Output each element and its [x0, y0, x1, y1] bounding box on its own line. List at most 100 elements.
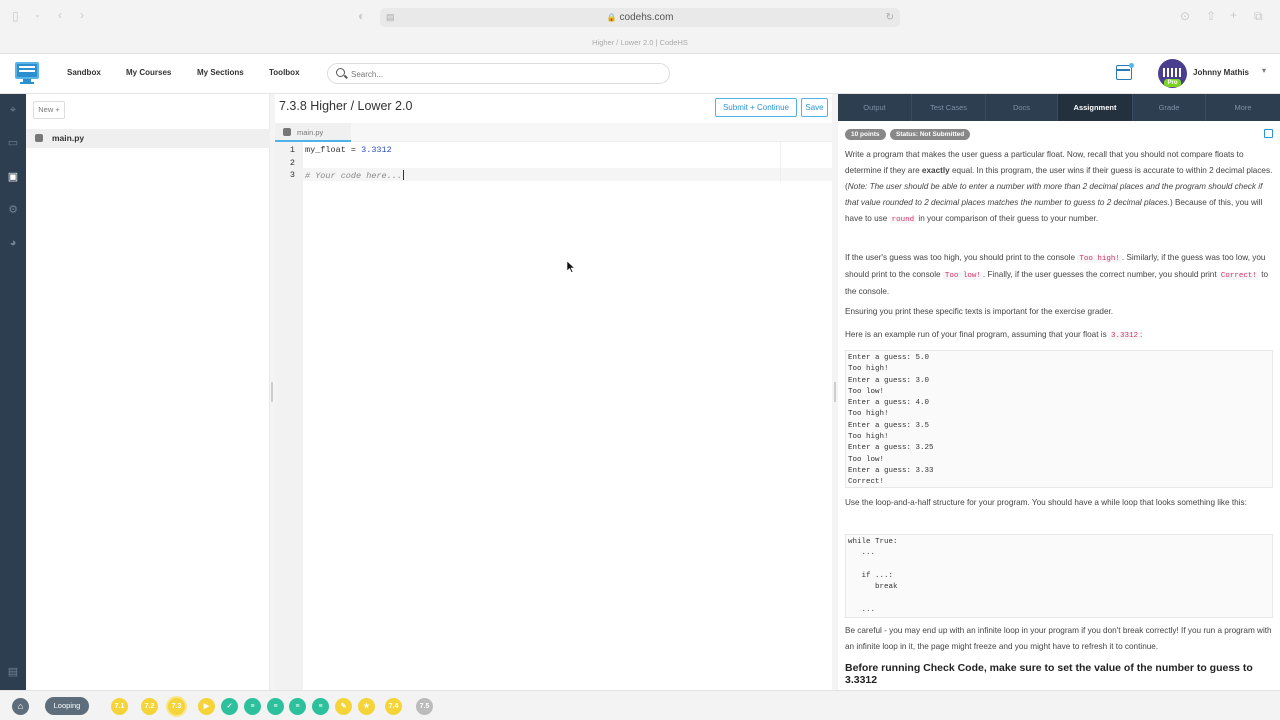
code-line[interactable]: # Your code here... [305, 170, 404, 181]
progress-bar: ⌂ Looping 7.1 7.2 7.3 ▶ ✓ ≡ ≡ ≡ ≡ ✎ ★ 7.4 7.5 [0, 690, 1280, 720]
nav-toolbox[interactable]: Toolbox [269, 68, 300, 77]
python-file-icon [283, 128, 291, 136]
lesson-7-4[interactable]: 7.4 [385, 698, 402, 715]
new-tab-icon[interactable]: + [1230, 8, 1237, 22]
exercise-title: 7.3.8 Higher / Lower 2.0 [279, 99, 413, 113]
map-icon[interactable]: ⌖ [7, 104, 19, 116]
home-icon[interactable]: ⌂ [12, 698, 29, 715]
mouse-pointer-icon [567, 261, 575, 273]
submit-continue-button[interactable]: Submit + Continue [715, 98, 797, 117]
inline-code: Correct! [1218, 272, 1259, 280]
text: . Finally, if the user guesses the corre… [982, 270, 1219, 279]
text: : [1139, 330, 1143, 339]
code-variable: my_float [305, 145, 346, 155]
text: in your comparison of their guess to you… [916, 214, 1099, 223]
back-icon[interactable]: ‹ [58, 8, 62, 22]
check-icon[interactable]: ✓ [221, 698, 238, 715]
paragraph-instructions: Write a program that makes the user gues… [845, 147, 1273, 228]
tab-title[interactable]: Higher / Lower 2.0 | CodeHS [0, 38, 1280, 47]
lesson-7-5[interactable]: 7.5 [416, 698, 433, 715]
example-run-code-block: Enter a guess: 5.0 Too high! Enter a gue… [845, 350, 1273, 488]
gear-icon[interactable]: ⚙ [7, 204, 19, 216]
status-badge: Status: Not Submitted [890, 129, 971, 140]
loop-code-block: while True: ... if ...: break ... [845, 534, 1273, 618]
user-name[interactable]: Johnny Mathis [1193, 68, 1249, 77]
line-number: 2 [289, 157, 295, 168]
sidebar-toggle-icon[interactable]: ▯ [12, 9, 19, 23]
address-bar[interactable]: ▤ 🔒 codehs.com ↻ [380, 8, 900, 27]
folder-icon[interactable]: ▭ [7, 137, 19, 149]
lesson-7-1[interactable]: 7.1 [111, 698, 128, 715]
forward-icon[interactable]: › [80, 8, 84, 22]
shield-icon[interactable]: ◐ [358, 9, 365, 23]
heading-before-check-code: Before running Check Code, make sure to … [845, 662, 1253, 686]
tab-grade[interactable]: Grade [1133, 94, 1206, 121]
tab-test-cases[interactable]: Test Cases [912, 94, 986, 121]
code-comment: # Your code here... [305, 171, 402, 181]
pencil-icon[interactable]: ✎ [335, 698, 352, 715]
lesson-7-2[interactable]: 7.2 [141, 698, 158, 715]
code-operator: = [345, 145, 362, 155]
search-icon [336, 68, 345, 77]
avatar[interactable]: Pro [1158, 59, 1187, 88]
unit-label-button[interactable]: Looping [45, 697, 89, 715]
points-badge: 10 points [845, 129, 886, 140]
code-line[interactable]: my_float = 3.3312 [305, 145, 392, 155]
share-icon[interactable]: ⇧ [1206, 9, 1216, 23]
search-box[interactable] [327, 63, 670, 84]
left-rail: ⌖ ▭ ▣ ⚙ ◕ ▤ [0, 94, 26, 690]
video-icon[interactable]: ▶ [198, 698, 215, 715]
code-editor-icon[interactable]: ▣ [0, 164, 26, 190]
sidebar-collapse-icon[interactable]: ▤ [7, 666, 19, 678]
doc-icon[interactable]: ≡ [312, 698, 329, 715]
inline-code: 3.3312 [1108, 332, 1140, 340]
download-icon[interactable]: ⊙ [1180, 9, 1190, 23]
tab-more[interactable]: More [1206, 94, 1280, 121]
tab-docs[interactable]: Docs [986, 94, 1058, 121]
new-file-button[interactable]: New + [33, 101, 65, 119]
text-cursor [402, 170, 404, 180]
codehs-logo-icon[interactable] [14, 60, 40, 86]
file-item-main-py[interactable]: main.py [26, 129, 270, 148]
nav-my-courses[interactable]: My Courses [126, 68, 171, 77]
inline-code: round [889, 216, 917, 224]
text: If the user's guess was too high, you sh… [845, 253, 1078, 262]
pro-badge: Pro [1164, 79, 1181, 87]
reload-icon[interactable]: ↻ [886, 8, 894, 27]
doc-icon[interactable]: ≡ [267, 698, 284, 715]
paragraph-grader-note: Ensuring you print these specific texts … [845, 307, 1114, 316]
editor-tab-main-py[interactable]: main.py [275, 123, 351, 142]
right-panel-tabs: Output Test Cases Docs Assignment Grade … [838, 94, 1280, 121]
calendar-icon[interactable] [1116, 63, 1134, 80]
save-button[interactable]: Save [801, 98, 828, 117]
tab-output[interactable]: Output [838, 94, 912, 121]
star-icon[interactable]: ★ [358, 698, 375, 715]
tab-overview-icon: ▤ [386, 12, 395, 22]
doc-icon[interactable]: ≡ [244, 698, 261, 715]
nav-my-sections[interactable]: My Sections [197, 68, 244, 77]
code-number: 3.3312 [361, 145, 392, 155]
editor-tabbar: main.py [275, 123, 832, 142]
caret-down-icon[interactable]: ▾ [1262, 66, 1266, 75]
chevron-down-icon[interactable]: ⌄ [34, 10, 41, 19]
tab-assignment[interactable]: Assignment [1058, 94, 1133, 121]
line-number: 3 [289, 170, 295, 180]
nav-sandbox[interactable]: Sandbox [67, 68, 101, 77]
code-editor[interactable]: 1 my_float = 3.3312 2 3 # Your code here… [275, 142, 832, 690]
paragraph-loop-structure: Use the loop-and-a-half structure for yo… [845, 498, 1247, 507]
python-file-icon [35, 134, 43, 142]
external-link-icon[interactable] [1264, 129, 1273, 138]
url-text: codehs.com [619, 12, 674, 23]
app-header: Sandbox My Courses My Sections Toolbox P… [0, 54, 1280, 94]
search-input[interactable] [351, 67, 651, 81]
print-margin [780, 142, 781, 182]
paragraph-infinite-loop-warning: Be careful - you may end up with an infi… [845, 626, 1272, 651]
avatar-image-icon [1163, 68, 1182, 77]
inline-code: Too low! [942, 272, 983, 280]
assignment-content: 10 points Status: Not Submitted Write a … [838, 121, 1280, 690]
tabs-icon[interactable]: ⧉ [1254, 9, 1263, 24]
doc-icon[interactable]: ≡ [289, 698, 306, 715]
lesson-7-3[interactable]: 7.3 [168, 698, 185, 715]
users-icon[interactable]: ◕ [7, 237, 19, 249]
paragraph-output-rules: If the user's guess was too high, you sh… [845, 250, 1273, 300]
